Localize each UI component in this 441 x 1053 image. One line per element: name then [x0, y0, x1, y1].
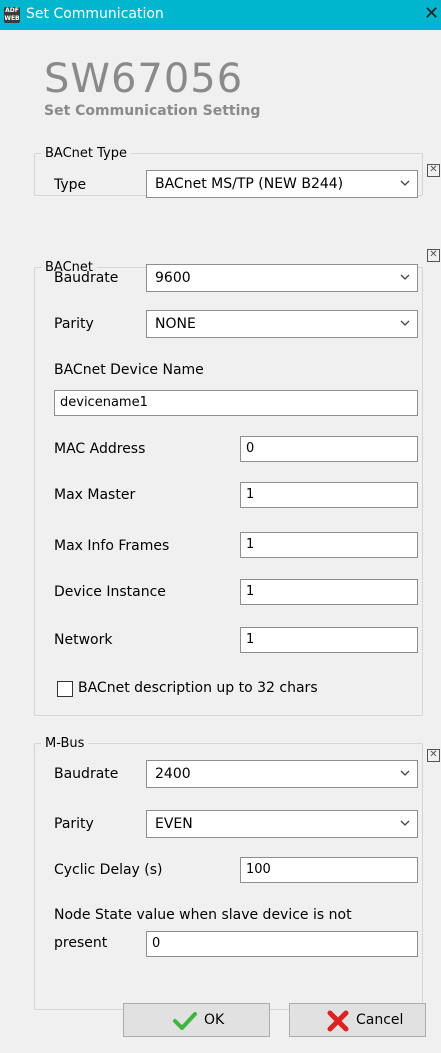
cyclic-delay-field[interactable]: 100 — [240, 857, 418, 883]
network-field[interactable]: 1 — [240, 627, 418, 653]
node-state-label-line2: present — [54, 935, 108, 951]
device-instance-label: Device Instance — [54, 584, 166, 600]
app-icon: ADF WEB — [4, 7, 20, 23]
bacnet-description-checkbox[interactable] — [57, 681, 73, 697]
max-master-field[interactable]: 1 — [240, 482, 418, 508]
type-label: Type — [54, 177, 87, 193]
device-name-label: BACnet Device Name — [54, 362, 204, 378]
max-master-label: Max Master — [54, 487, 136, 503]
type-select[interactable]: BACnet MS/TP (NEW B244) — [146, 170, 418, 198]
chevron-down-icon — [400, 320, 410, 326]
close-window-icon[interactable]: ✕ — [424, 3, 439, 24]
ok-button-label: OK — [204, 1012, 225, 1028]
mbus-parity-select[interactable]: EVEN — [146, 810, 418, 838]
mbus-baudrate-value: 2400 — [155, 766, 191, 782]
bacnet-parity-label: Parity — [54, 316, 94, 332]
mac-address-value: 0 — [246, 441, 255, 456]
max-info-frames-value: 1 — [246, 537, 255, 552]
max-info-frames-label: Max Info Frames — [54, 538, 170, 554]
device-name-field[interactable]: devicename1 — [54, 390, 418, 416]
title-bar: ADF WEB Set Communication ✕ — [0, 0, 441, 30]
device-name-value: devicename1 — [60, 395, 148, 410]
chevron-down-icon — [400, 770, 410, 776]
cyclic-delay-value: 100 — [246, 862, 271, 877]
page-subtitle: Set Communication Setting — [44, 103, 261, 119]
node-state-value: 0 — [152, 936, 161, 951]
mbus-parity-label: Parity — [54, 816, 94, 832]
max-info-frames-field[interactable]: 1 — [240, 532, 418, 558]
node-state-label-line1: Node State value when slave device is no… — [54, 907, 352, 923]
mac-address-label: MAC Address — [54, 441, 146, 457]
mbus-close-icon[interactable]: ✕ — [427, 749, 440, 762]
check-icon — [173, 1012, 197, 1030]
chevron-down-icon — [400, 274, 410, 280]
device-instance-field[interactable]: 1 — [240, 579, 418, 605]
bacnet-baudrate-select[interactable]: 9600 — [146, 264, 418, 292]
bacnet-close-icon[interactable]: ✕ — [427, 249, 440, 262]
mbus-baudrate-select[interactable]: 2400 — [146, 760, 418, 788]
mac-address-field[interactable]: 0 — [240, 436, 418, 462]
chevron-down-icon — [400, 820, 410, 826]
max-master-value: 1 — [246, 487, 255, 502]
cancel-x-icon — [327, 1010, 349, 1032]
product-title: SW67056 — [44, 56, 244, 102]
bacnet-type-close-icon[interactable]: ✕ — [427, 164, 440, 177]
mbus-baudrate-label: Baudrate — [54, 766, 119, 782]
chevron-down-icon — [400, 180, 410, 186]
bacnet-type-legend: BACnet Type — [45, 146, 127, 161]
network-label: Network — [54, 632, 113, 648]
network-value: 1 — [246, 632, 255, 647]
bacnet-baudrate-value: 9600 — [155, 270, 191, 286]
mbus-parity-value: EVEN — [155, 816, 193, 832]
node-state-field[interactable]: 0 — [146, 931, 418, 957]
ok-button[interactable]: OK — [123, 1003, 270, 1037]
bacnet-baudrate-label: Baudrate — [54, 270, 119, 286]
mbus-legend: M-Bus — [45, 736, 85, 751]
device-instance-value: 1 — [246, 584, 255, 599]
cyclic-delay-label: Cyclic Delay (s) — [54, 862, 163, 878]
type-select-value: BACnet MS/TP (NEW B244) — [155, 176, 344, 192]
window-title: Set Communication — [26, 6, 164, 22]
cancel-button-label: Cancel — [356, 1012, 404, 1028]
cancel-button[interactable]: Cancel — [289, 1003, 426, 1037]
bacnet-parity-value: NONE — [155, 316, 196, 332]
bacnet-parity-select[interactable]: NONE — [146, 310, 418, 338]
bacnet-description-label: BACnet description up to 32 chars — [78, 680, 318, 696]
